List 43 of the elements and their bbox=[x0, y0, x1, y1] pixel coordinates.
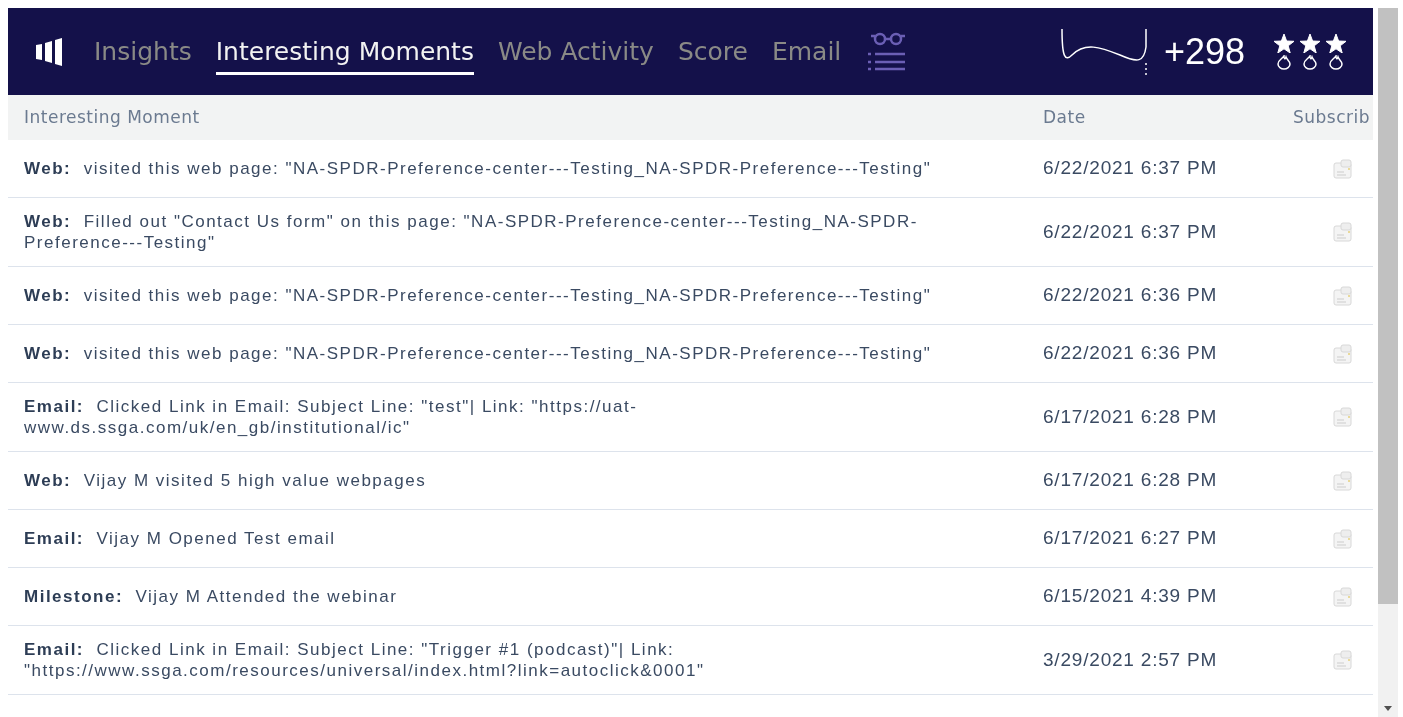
subscription-card-icon[interactable] bbox=[1333, 285, 1353, 306]
moment-cell-text: Email: Vijay M Opened Test email bbox=[23, 528, 337, 549]
scrollbar[interactable] bbox=[1378, 8, 1398, 717]
subscription-card-icon[interactable] bbox=[1333, 470, 1353, 491]
scrollbar-thumb[interactable] bbox=[1378, 8, 1398, 604]
moment-cell-text: Web: visited this web page: "NA-SPDR-Preference-center---Testing_NA-SPDR-Preference---Testing" bbox=[23, 158, 933, 179]
date-cell-text: 6/22/2021 6:36 PM bbox=[1043, 341, 1219, 366]
moment-cell-text: Web: visited this web page: "NA-SPDR-Preference-center---Testing_NA-SPDR-Preference---Testing" bbox=[23, 285, 933, 306]
subscription-card-icon[interactable] bbox=[1333, 222, 1353, 242]
nav-tab[interactable]: Email bbox=[771, 27, 842, 76]
logo-icon bbox=[34, 36, 64, 67]
nav-tab[interactable]: Insights bbox=[94, 27, 192, 76]
moment-cell-text: Email: Clicked Link in Email: Subject Line: "Trigger #1 (podcast)"| Link: "https://www.ssga.com/resources/universal/index.html?link=autoclick&0001" bbox=[23, 639, 706, 681]
nav-tab[interactable]: Interesting Moments bbox=[215, 27, 474, 76]
column-header: Subscrib bbox=[1293, 105, 1371, 129]
date-cell-text: 6/22/2021 6:37 PM bbox=[1043, 156, 1219, 181]
subscription-card-icon[interactable] bbox=[1333, 586, 1353, 607]
moment-cell-text: Email: Clicked Link in Email: Subject Line: "test"| Link: "https://uat-www.ds.ssga.com/uk/en_gb/institutional/ic" bbox=[23, 396, 639, 438]
date-cell-text: 6/22/2021 6:37 PM bbox=[1043, 219, 1219, 244]
star-icon bbox=[1273, 33, 1295, 53]
moment-cell-text: Milestone: Vijay M Attended the webinar bbox=[23, 586, 399, 607]
moment-cell-text: Web: Filled out "Contact Us form" on this page: "NA-SPDR-Preference-center---Testing_NA-SPDR-Preference---Testing" bbox=[23, 211, 919, 253]
subscription-card-icon[interactable] bbox=[1333, 650, 1353, 670]
nav-tab[interactable]: Score bbox=[677, 27, 748, 76]
column-header: Date bbox=[1043, 105, 1087, 129]
nav-tab[interactable]: Web Activity bbox=[497, 27, 654, 76]
star-icon bbox=[1325, 33, 1347, 53]
date-cell-text: 6/17/2021 6:28 PM bbox=[1043, 404, 1219, 429]
star-icon bbox=[1299, 33, 1321, 53]
moment-cell-text: Web: Vijay M visited 5 high value webpages bbox=[23, 470, 428, 491]
date-cell-text: 6/22/2021 6:36 PM bbox=[1043, 283, 1219, 308]
date-cell-text: 6/17/2021 6:28 PM bbox=[1043, 468, 1219, 493]
subscription-card-icon[interactable] bbox=[1333, 528, 1353, 549]
subscription-card-icon[interactable] bbox=[1333, 407, 1353, 427]
date-cell-text: 6/17/2021 6:27 PM bbox=[1043, 526, 1219, 551]
column-header: Interesting Moment bbox=[23, 105, 201, 129]
subscription-card-icon[interactable] bbox=[1333, 158, 1353, 179]
date-cell-text: 3/29/2021 2:57 PM bbox=[1043, 647, 1219, 672]
score-value: +298 bbox=[1163, 29, 1245, 74]
moment-cell-text: Web: visited this web page: "NA-SPDR-Preference-center---Testing_NA-SPDR-Preference---Testing" bbox=[23, 343, 933, 364]
subscription-card-icon[interactable] bbox=[1333, 343, 1353, 364]
date-cell-text: 6/15/2021 4:39 PM bbox=[1043, 584, 1219, 609]
scroll-down-arrow-icon[interactable] bbox=[1384, 706, 1392, 711]
